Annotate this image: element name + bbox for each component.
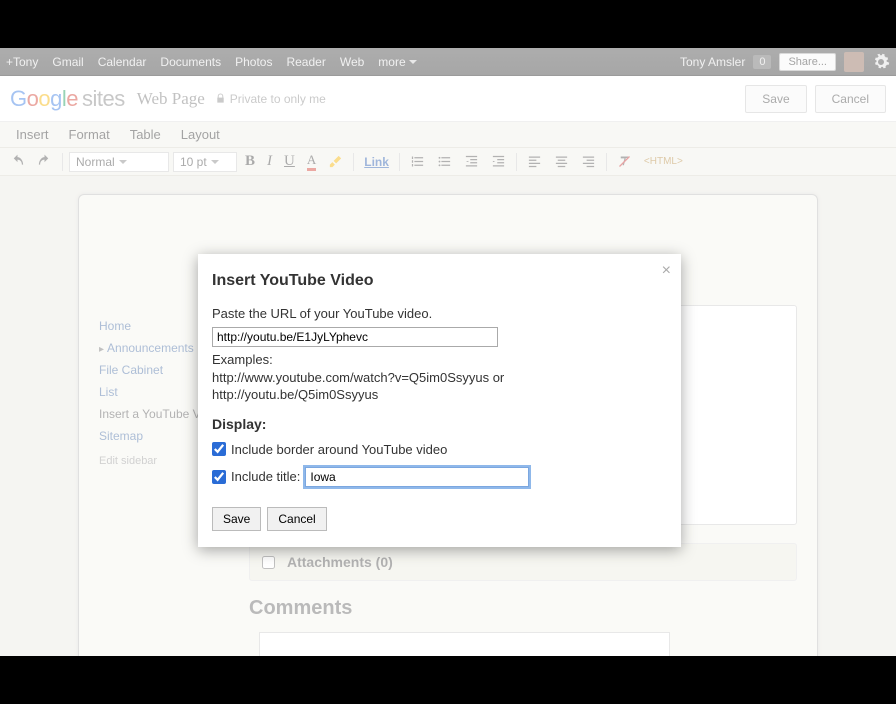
- gear-icon[interactable]: [872, 53, 890, 71]
- google-bar: +Tony Gmail Calendar Documents Photos Re…: [0, 48, 896, 76]
- bold-button[interactable]: B: [241, 151, 259, 172]
- align-left-button[interactable]: [523, 152, 546, 171]
- fontsize-select[interactable]: 10 pt: [173, 152, 237, 172]
- google-sites-logo: Googlesites: [10, 86, 125, 112]
- privacy-indicator: Private to only me: [215, 92, 326, 106]
- menu-format[interactable]: Format: [59, 123, 120, 146]
- youtube-url-input[interactable]: [212, 327, 498, 347]
- italic-button[interactable]: I: [263, 151, 276, 172]
- modal-title: Insert YouTube Video: [212, 272, 667, 290]
- gbar-reader[interactable]: Reader: [286, 55, 325, 69]
- menu-bar: Insert Format Table Layout: [0, 122, 896, 148]
- html-button[interactable]: <HTML>: [640, 154, 687, 169]
- menu-table[interactable]: Table: [120, 123, 171, 146]
- examples-label: Examples:: [212, 352, 273, 367]
- include-title-label: Include title:: [231, 469, 300, 484]
- include-title-checkbox[interactable]: [212, 470, 226, 484]
- example-url-1: http://www.youtube.com/watch?v=Q5im0Ssyy…: [212, 370, 504, 385]
- cancel-button[interactable]: Cancel: [815, 85, 886, 113]
- gbar-more[interactable]: more: [378, 55, 416, 69]
- close-icon[interactable]: ×: [662, 262, 671, 280]
- include-border-checkbox[interactable]: [212, 442, 226, 456]
- indent-button[interactable]: [487, 152, 510, 171]
- link-button[interactable]: Link: [360, 153, 393, 171]
- align-right-button[interactable]: [577, 152, 600, 171]
- modal-save-button[interactable]: Save: [212, 507, 261, 531]
- lock-icon: [215, 93, 226, 104]
- gbar-username[interactable]: Tony Amsler: [680, 55, 745, 69]
- numbered-list-button[interactable]: [406, 152, 429, 171]
- insert-youtube-modal: × Insert YouTube Video Paste the URL of …: [198, 254, 681, 547]
- gbar-calendar[interactable]: Calendar: [98, 55, 147, 69]
- menu-layout[interactable]: Layout: [171, 123, 230, 146]
- redo-button[interactable]: [33, 152, 56, 171]
- video-title-input[interactable]: [305, 467, 529, 487]
- underline-button[interactable]: U: [280, 151, 299, 172]
- highlight-button[interactable]: [324, 152, 347, 171]
- modal-cancel-button[interactable]: Cancel: [267, 507, 326, 531]
- save-button[interactable]: Save: [745, 85, 806, 113]
- attachments-label: Attachments (0): [287, 554, 393, 570]
- gbar-notifications-count[interactable]: 0: [753, 55, 771, 69]
- example-url-2: http://youtu.be/Q5im0Ssyyus: [212, 387, 378, 402]
- avatar[interactable]: [844, 52, 864, 72]
- gbar-photos[interactable]: Photos: [235, 55, 272, 69]
- gbar-plusyou[interactable]: +Tony: [6, 55, 38, 69]
- modal-instruction: Paste the URL of your YouTube video.: [212, 306, 667, 321]
- display-heading: Display:: [212, 416, 667, 432]
- page-header: Googlesites Web Page Private to only me …: [0, 76, 896, 122]
- format-toolbar: Normal 10 pt B I U A Link <HTML>: [0, 148, 896, 176]
- privacy-text: Private to only me: [230, 92, 326, 106]
- menu-insert[interactable]: Insert: [6, 123, 59, 146]
- align-center-button[interactable]: [550, 152, 573, 171]
- page-title: Web Page: [137, 89, 205, 109]
- attachments-row[interactable]: Attachments (0): [249, 543, 797, 581]
- comment-box[interactable]: [259, 632, 670, 656]
- include-border-label: Include border around YouTube video: [231, 442, 447, 457]
- gbar-web[interactable]: Web: [340, 55, 364, 69]
- attachments-checkbox[interactable]: [262, 556, 275, 569]
- outdent-button[interactable]: [460, 152, 483, 171]
- style-select[interactable]: Normal: [69, 152, 169, 172]
- gbar-gmail[interactable]: Gmail: [52, 55, 83, 69]
- undo-button[interactable]: [6, 152, 29, 171]
- text-color-button[interactable]: A: [303, 150, 320, 173]
- clear-formatting-button[interactable]: [613, 152, 636, 171]
- comments-heading: Comments: [249, 597, 797, 620]
- gbar-share-button[interactable]: Share...: [779, 53, 836, 71]
- bullet-list-button[interactable]: [433, 152, 456, 171]
- gbar-documents[interactable]: Documents: [160, 55, 221, 69]
